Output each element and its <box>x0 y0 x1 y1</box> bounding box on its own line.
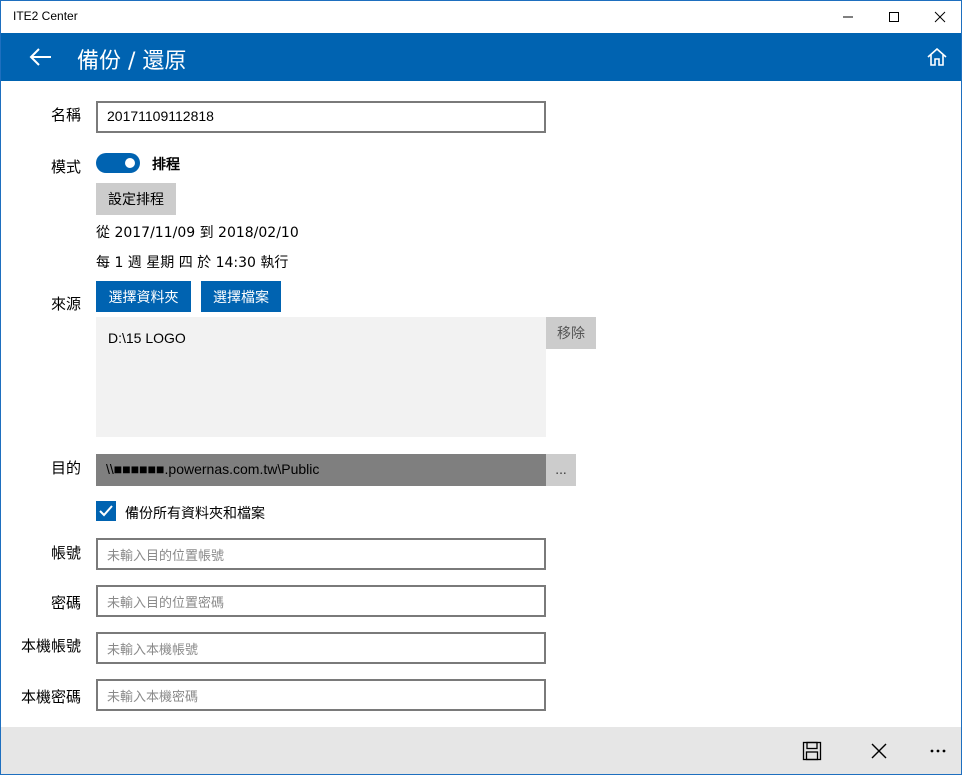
name-input[interactable]: 20171109112818 <box>96 101 546 133</box>
destination-label: 目的 <box>50 459 81 477</box>
save-button[interactable] <box>792 735 832 767</box>
page-title: 備份 / 還原 <box>77 49 187 74</box>
page-header: 備份 / 還原 <box>1 33 961 81</box>
schedule-frequency: 每 1 週 星期 四 於 14:30 執行 <box>96 255 289 271</box>
account-label: 帳號 <box>50 544 81 562</box>
save-icon <box>802 741 822 761</box>
source-list[interactable]: D:\15 LOGO <box>96 317 546 437</box>
back-arrow-icon <box>29 48 51 66</box>
checkmark-icon <box>99 505 113 517</box>
local-account-input[interactable]: 未輸入本機帳號 <box>96 632 546 664</box>
name-label: 名稱 <box>50 106 81 124</box>
remove-button[interactable]: 移除 <box>546 317 596 349</box>
password-input[interactable]: 未輸入目的位置密碼 <box>96 585 546 617</box>
back-button[interactable] <box>21 41 61 73</box>
command-bar <box>1 727 961 774</box>
mode-label: 模式 <box>50 158 81 176</box>
schedule-date-range: 從 2017/11/09 到 2018/02/10 <box>96 225 299 241</box>
backup-all-label: 備份所有資料夾和檔案 <box>125 506 265 522</box>
local-password-label: 本機密碼 <box>20 688 81 706</box>
close-icon <box>871 743 887 759</box>
app-title: ITE2 Center <box>13 9 78 23</box>
toggle-knob <box>125 158 135 168</box>
minimize-button[interactable] <box>825 1 871 33</box>
backup-all-checkbox[interactable] <box>96 501 116 521</box>
app-window: ITE2 Center 備份 / 還原 名稱 20171109112818 模式… <box>0 0 962 775</box>
list-item[interactable]: D:\15 LOGO <box>108 330 186 346</box>
minimize-icon <box>843 16 853 18</box>
cancel-button[interactable] <box>859 735 899 767</box>
close-icon <box>934 11 946 23</box>
local-password-input[interactable]: 未輸入本機密碼 <box>96 679 546 711</box>
more-button[interactable] <box>918 735 958 767</box>
password-label: 密碼 <box>50 594 81 612</box>
select-folder-button[interactable]: 選擇資料夾 <box>96 281 191 312</box>
select-file-button[interactable]: 選擇檔案 <box>201 281 281 312</box>
maximize-icon <box>889 12 899 22</box>
browse-button[interactable]: ... <box>546 454 576 486</box>
account-input[interactable]: 未輸入目的位置帳號 <box>96 538 546 570</box>
close-window-button[interactable] <box>917 1 961 33</box>
maximize-button[interactable] <box>871 1 917 33</box>
local-account-label: 本機帳號 <box>20 637 81 655</box>
more-icon <box>930 749 946 753</box>
source-label: 來源 <box>50 295 81 313</box>
home-icon <box>927 48 947 66</box>
set-schedule-button[interactable]: 設定排程 <box>96 183 176 215</box>
toggle-label: 排程 <box>152 157 180 173</box>
title-bar: ITE2 Center <box>1 1 961 33</box>
home-button[interactable] <box>921 43 953 71</box>
destination-field[interactable]: \\■■■■■■.powernas.com.tw\Public <box>96 454 546 486</box>
schedule-toggle[interactable] <box>96 153 140 173</box>
